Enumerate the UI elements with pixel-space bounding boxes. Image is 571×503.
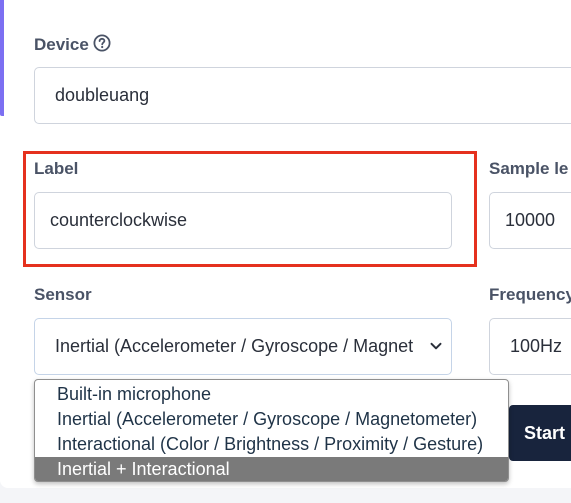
sample-length-input[interactable]: 10000 [489,192,571,249]
device-label-text: Device [34,35,89,54]
sensor-option-interactional[interactable]: Interactional (Color / Brightness / Prox… [35,432,508,457]
device-value: doubleuang [55,85,150,105]
label-field-label: Label [34,159,79,178]
device-label: Device [34,34,111,57]
accent-bar [0,0,4,116]
chevron-down-icon [429,337,443,358]
label-input-value: counterclockwise [50,210,188,230]
frequency-select[interactable]: 100Hz [489,318,571,375]
sensor-option-microphone[interactable]: Built-in microphone [35,382,508,407]
sensor-label: Sensor [34,285,92,304]
start-button-label: Start [524,422,566,443]
label-input[interactable]: counterclockwise [34,192,452,249]
sensor-dropdown-list[interactable]: Built-in microphone Inertial (Accelerome… [34,379,509,482]
question-circle-icon[interactable] [93,34,111,57]
sensor-option-inertial[interactable]: Inertial (Accelerometer / Gyroscope / Ma… [35,407,508,432]
device-field[interactable]: doubleuang [34,67,571,124]
frequency-value: 100Hz [510,336,563,356]
sensor-selected-value: Inertial (Accelerometer / Gyroscope / Ma… [55,336,414,356]
sensor-option-inertial-interactional[interactable]: Inertial + Interactional [35,457,508,481]
frequency-label: Frequency [489,285,571,304]
sample-length-label: Sample le [489,159,569,178]
start-button[interactable]: Start [509,405,571,461]
sensor-select[interactable]: Inertial (Accelerometer / Gyroscope / Ma… [34,318,452,375]
sample-length-value: 10000 [505,210,556,230]
